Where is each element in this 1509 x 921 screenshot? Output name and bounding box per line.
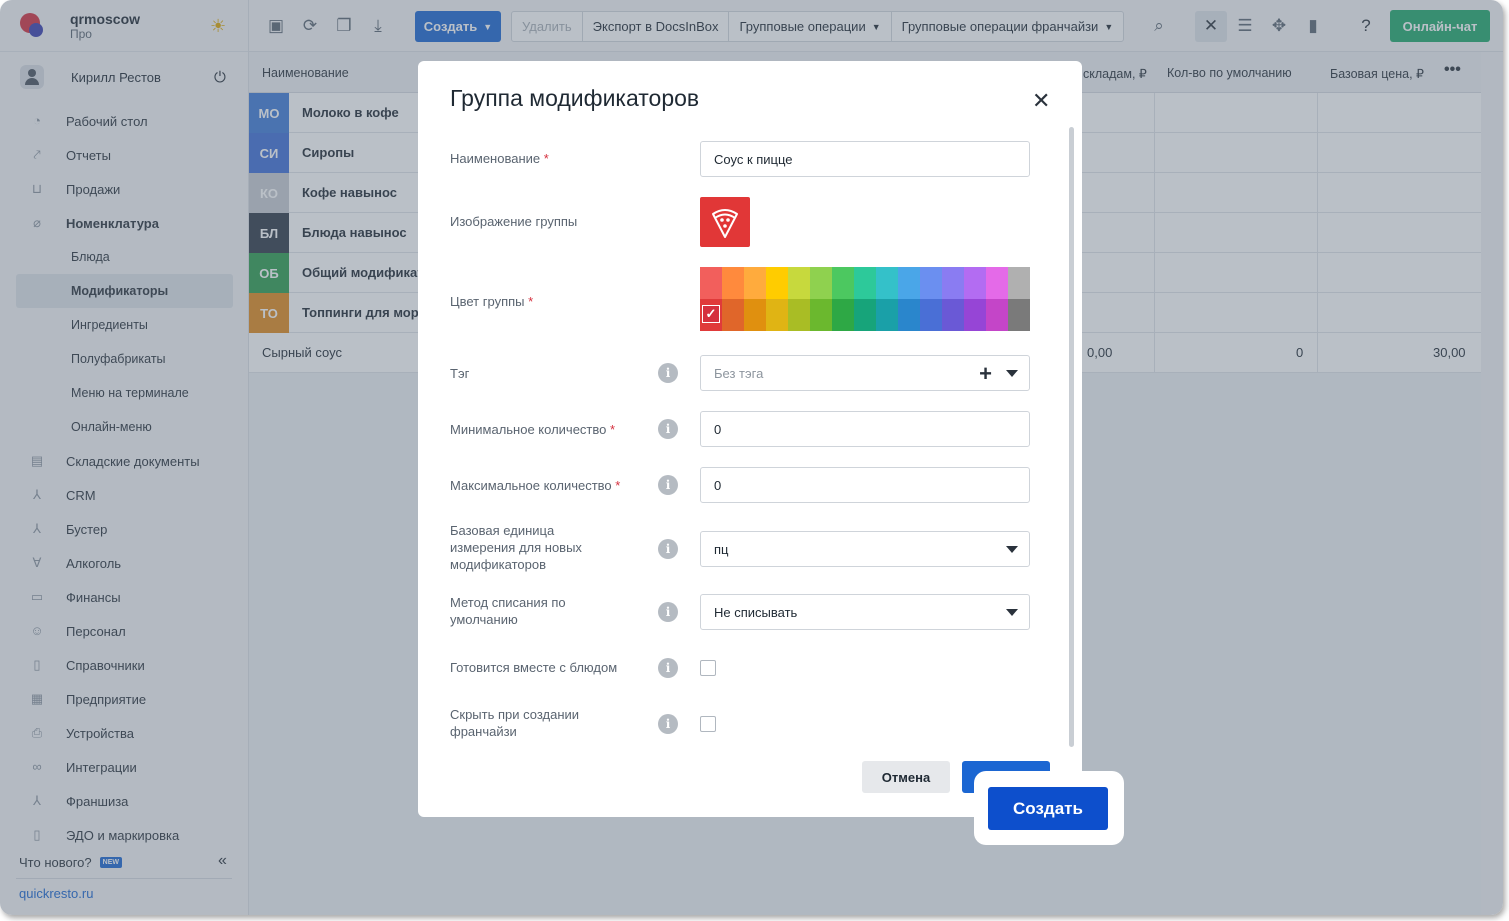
cooked-with-dish-checkbox[interactable] (700, 660, 716, 676)
color-swatch[interactable] (788, 299, 810, 331)
color-swatch[interactable] (964, 267, 986, 299)
info-icon[interactable]: i (658, 475, 678, 495)
color-swatch[interactable] (722, 299, 744, 331)
color-swatch[interactable] (1008, 299, 1030, 331)
color-swatch[interactable] (942, 299, 964, 331)
chevron-down-icon[interactable] (1006, 370, 1018, 377)
tag-label: Тэг (450, 366, 470, 381)
color-swatch[interactable] (986, 267, 1008, 299)
app-window: qrmoscow Про ☀ Кирилл Рестов ⏻ ◔ Рабочий … (0, 0, 1503, 915)
color-swatch[interactable] (744, 299, 766, 331)
color-swatch[interactable] (744, 267, 766, 299)
color-swatch[interactable] (898, 299, 920, 331)
pizza-icon (712, 209, 738, 238)
color-label-text: Цвет группы (450, 294, 525, 309)
color-swatch[interactable] (810, 299, 832, 331)
create-button[interactable]: Создать (988, 787, 1108, 830)
cooked-with-dish-label: Готовится вместе с блюдом (450, 660, 618, 675)
info-icon[interactable]: i (658, 602, 678, 622)
close-icon[interactable]: ✕ (1032, 88, 1050, 114)
color-swatch[interactable] (810, 267, 832, 299)
color-swatch[interactable] (788, 267, 810, 299)
max-qty-label: Максимальное количество * (450, 477, 620, 494)
color-swatch[interactable] (766, 267, 788, 299)
info-icon[interactable]: i (658, 714, 678, 734)
writeoff-method-select[interactable]: Не списывать (700, 594, 1030, 630)
color-swatch[interactable] (920, 299, 942, 331)
info-icon[interactable]: i (658, 658, 678, 678)
color-swatch[interactable] (766, 299, 788, 331)
base-unit-select[interactable]: пц (700, 531, 1030, 567)
color-swatch[interactable] (920, 267, 942, 299)
min-qty-label-text: Минимальное количество (450, 422, 607, 437)
hide-franchise-label: Скрыть при создании франчайзи (450, 707, 580, 739)
info-icon[interactable]: i (658, 363, 678, 383)
color-swatch[interactable] (942, 267, 964, 299)
color-swatch[interactable] (986, 299, 1008, 331)
cancel-button[interactable]: Отмена (862, 761, 950, 793)
chevron-down-icon (1006, 609, 1018, 616)
max-qty-label-text: Максимальное количество (450, 478, 612, 493)
min-qty-field[interactable]: 0 (700, 411, 1030, 447)
tag-select[interactable]: Без тэга + (700, 355, 1030, 391)
image-label: Изображение группы (450, 214, 578, 229)
name-label: Наименование * (450, 150, 549, 167)
color-swatch[interactable] (854, 267, 876, 299)
required-mark: * (610, 422, 616, 437)
color-swatch[interactable] (832, 299, 854, 331)
name-field[interactable]: Соус к пицце (700, 141, 1030, 177)
base-unit-value: пц (714, 541, 729, 557)
color-swatch[interactable] (898, 267, 920, 299)
color-swatch[interactable] (700, 299, 722, 331)
required-mark: * (528, 294, 534, 309)
hide-franchise-checkbox[interactable] (700, 716, 716, 732)
name-label-text: Наименование (450, 151, 541, 166)
tag-placeholder: Без тэга (714, 365, 764, 381)
color-swatch[interactable] (832, 267, 854, 299)
group-image[interactable] (700, 197, 750, 247)
color-palette (700, 267, 1030, 331)
chevron-down-icon (1006, 546, 1018, 553)
color-swatch[interactable] (1008, 267, 1030, 299)
add-tag-icon[interactable]: + (979, 361, 992, 387)
writeoff-method-label: Метод списания по умолчанию (450, 595, 566, 627)
max-qty-field[interactable]: 0 (700, 467, 1030, 503)
required-mark: * (543, 151, 549, 166)
color-swatch[interactable] (700, 267, 722, 299)
base-unit-label: Базовая единица измерения для новых моди… (450, 523, 582, 572)
writeoff-method-value: Не списывать (714, 604, 798, 620)
modifier-group-dialog: Группа модификаторов ✕ Наименование * Со… (418, 61, 1082, 817)
info-icon[interactable]: i (658, 539, 678, 559)
dialog-scrollbar[interactable] (1069, 127, 1074, 747)
color-swatch[interactable] (876, 267, 898, 299)
color-swatch[interactable] (876, 299, 898, 331)
color-swatch[interactable] (722, 267, 744, 299)
min-qty-label: Минимальное количество * (450, 421, 615, 438)
dialog-title: Группа модификаторов (450, 85, 700, 111)
color-label: Цвет группы * (450, 293, 533, 310)
color-swatch[interactable] (964, 299, 986, 331)
info-icon[interactable]: i (658, 419, 678, 439)
required-mark: * (615, 478, 621, 493)
color-swatch[interactable] (854, 299, 876, 331)
